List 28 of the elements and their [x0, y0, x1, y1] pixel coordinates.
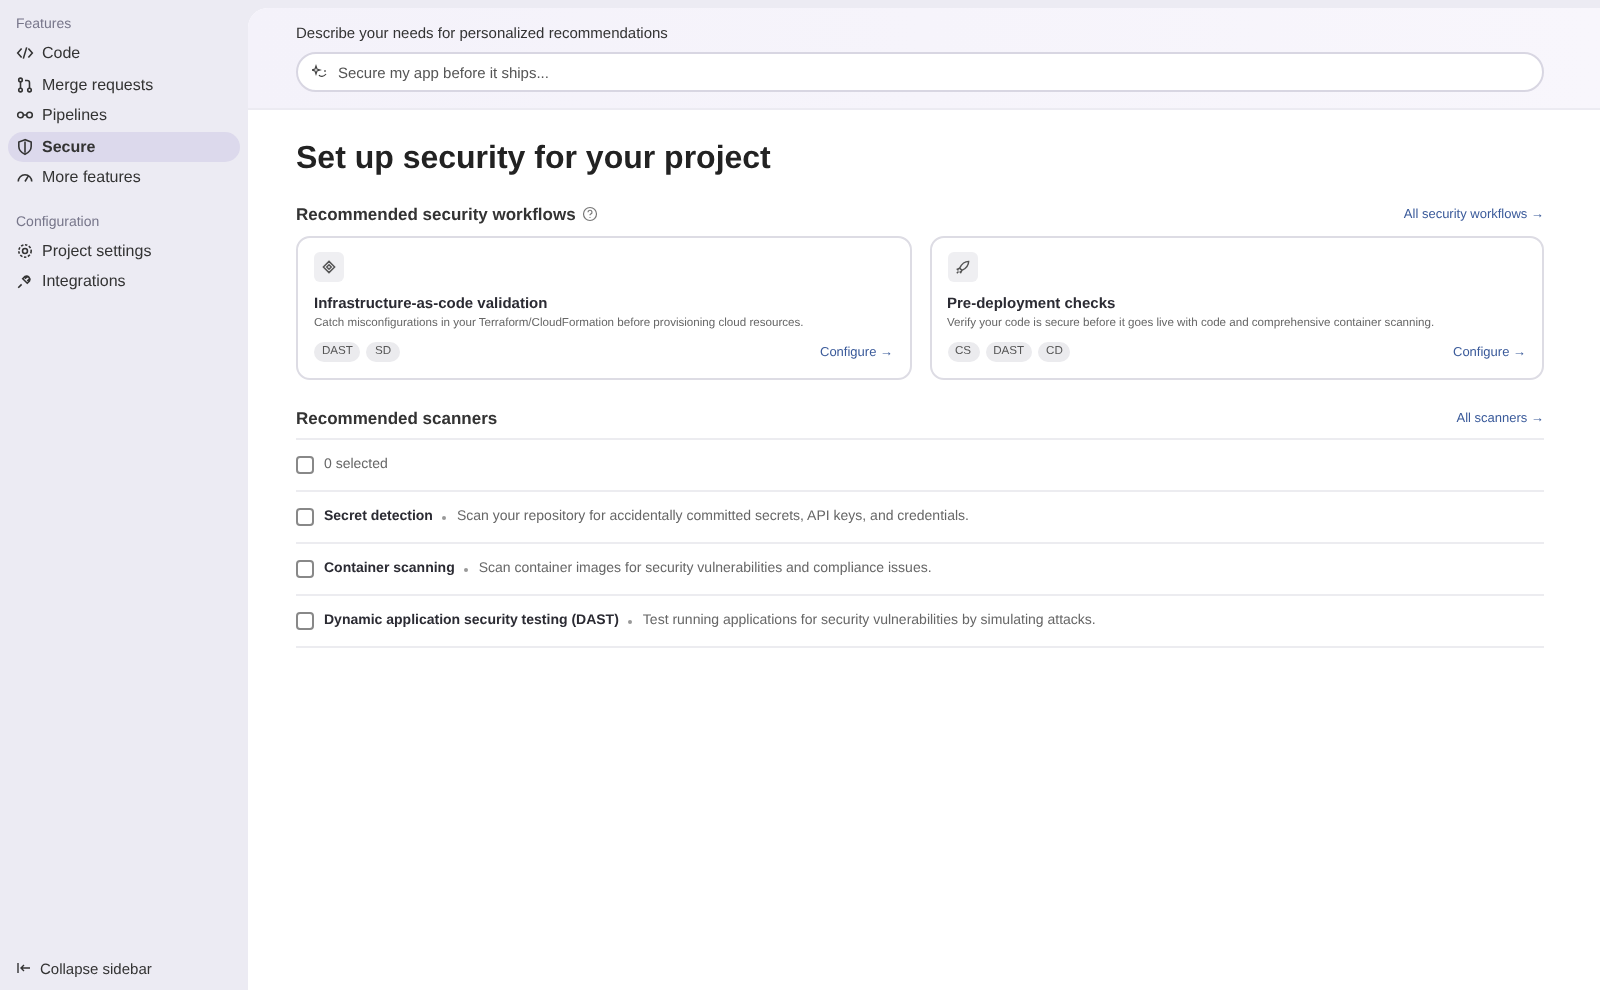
nav-item[interactable]: Code: [8, 38, 240, 69]
section-heading: Recommended scanners: [296, 408, 498, 428]
layers-icon: [320, 258, 338, 276]
nav-item[interactable]: Pipelines: [8, 100, 240, 131]
separator-dot: [442, 515, 447, 519]
section-heading: Recommended security workflows: [296, 204, 576, 224]
rocket-icon: [953, 258, 971, 276]
merge-request-icon: [16, 75, 34, 94]
plug-icon: [16, 272, 34, 291]
nav-item[interactable]: Integrations: [8, 266, 240, 297]
nav-item[interactable]: More features: [8, 162, 240, 193]
separator-dot: [464, 567, 469, 571]
checkbox[interactable]: [296, 612, 314, 630]
settings-icon: [16, 241, 34, 260]
help-icon: [581, 206, 598, 222]
checkbox[interactable]: [296, 508, 314, 526]
code-icon: [16, 44, 34, 63]
checkbox[interactable]: [296, 456, 314, 474]
nav-item[interactable]: Project settings: [8, 235, 240, 266]
collapse-icon: [16, 960, 32, 977]
gauge-icon: [16, 168, 34, 187]
checkbox[interactable]: [296, 560, 314, 578]
pipeline-icon: [16, 106, 34, 125]
separator-dot: [628, 619, 633, 623]
shield-icon: [16, 137, 34, 156]
nav-item[interactable]: Secure: [8, 131, 240, 162]
page-title: Set up security for your project: [296, 142, 773, 178]
nav-item[interactable]: Merge requests: [8, 69, 240, 100]
